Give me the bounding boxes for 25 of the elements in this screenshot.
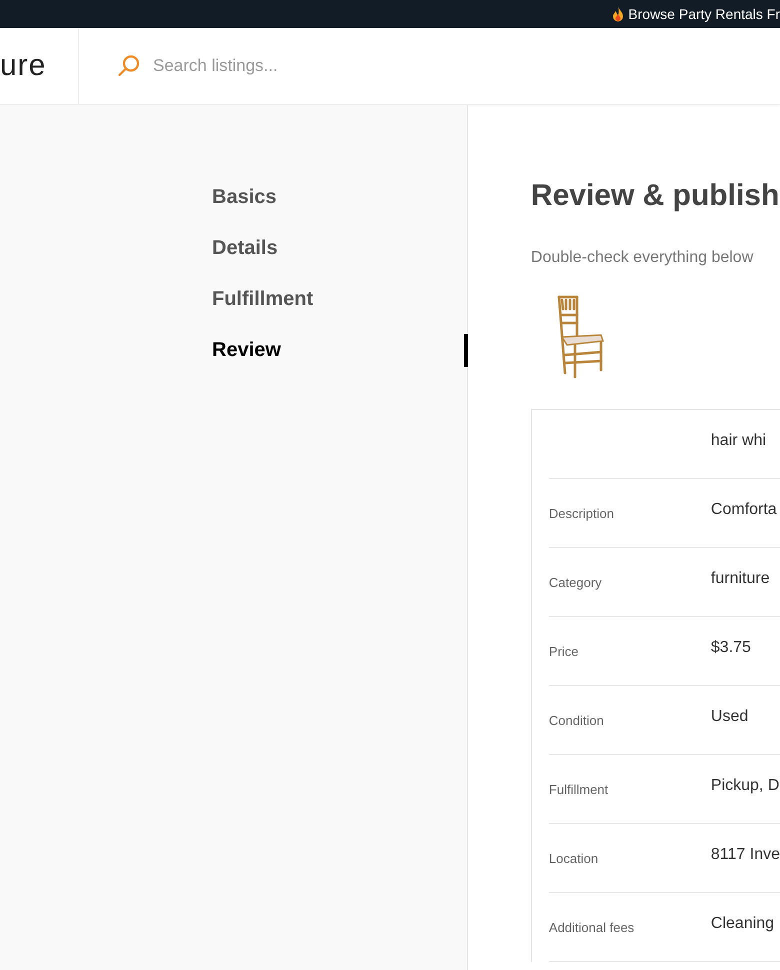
field-label: Condition xyxy=(548,712,605,730)
field-value: Used xyxy=(710,707,748,727)
field-label: Location xyxy=(548,850,600,868)
field-value: hair whi xyxy=(710,431,766,451)
field-value: furniture xyxy=(710,569,770,589)
page-subtitle: Double-check everything below xyxy=(530,249,754,267)
step-link[interactable]: Details xyxy=(212,236,278,261)
field-label: Fulfillment xyxy=(548,781,610,799)
announcement-link[interactable]: Browse Party Rentals Fr xyxy=(628,6,780,22)
field-label: Category xyxy=(548,574,603,592)
step-link[interactable]: Fulfillment xyxy=(212,287,314,312)
field-label: Price xyxy=(548,643,580,661)
logo-text[interactable]: ure xyxy=(0,49,46,83)
step-link[interactable]: Review xyxy=(212,338,281,363)
search-icon xyxy=(117,54,141,78)
field-value: Comforta xyxy=(710,500,777,520)
field-value: 8117 Inve xyxy=(710,845,780,865)
step-link[interactable]: Basics xyxy=(212,185,276,210)
field-label: Description xyxy=(548,505,615,523)
field-label: Additional fees xyxy=(548,919,636,937)
field-value: $3.75 xyxy=(710,638,751,658)
page-title: Review & publish xyxy=(530,179,780,213)
field-value: Pickup, D xyxy=(710,776,780,796)
flame-icon xyxy=(612,6,624,22)
field-value: Cleaning xyxy=(710,914,774,934)
